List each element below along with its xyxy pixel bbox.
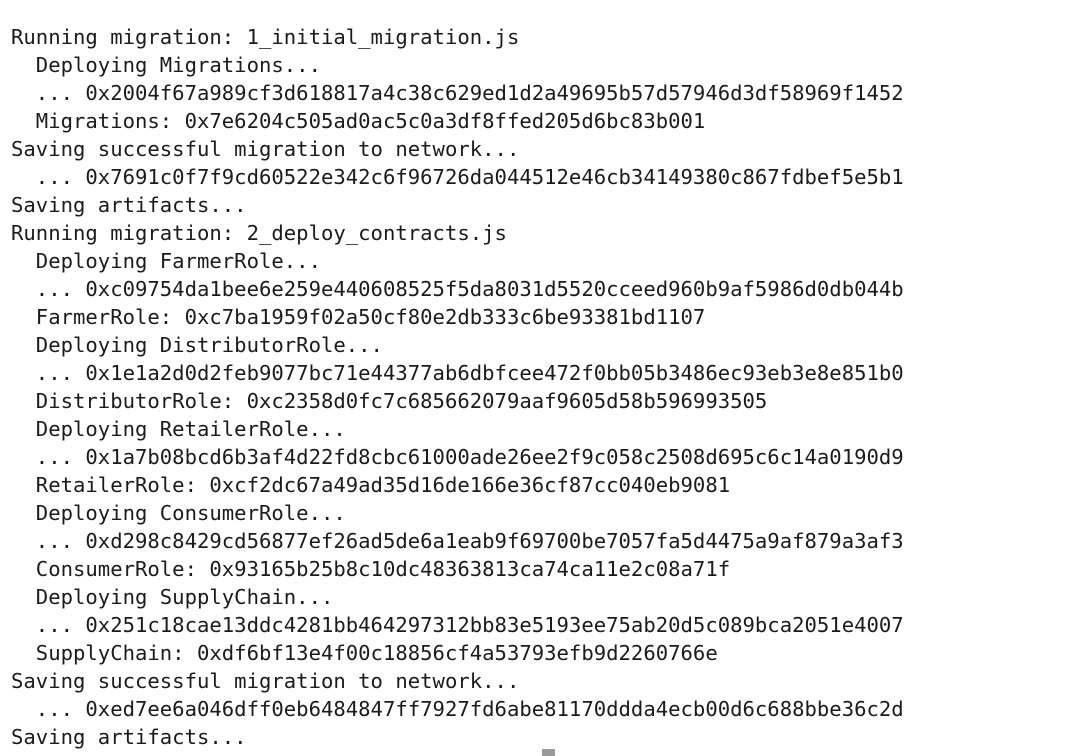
terminal-line: Running migration: 2_deploy_contracts.js: [11, 221, 507, 245]
terminal-line: Deploying DistributorRole...: [11, 333, 383, 357]
terminal-line: Saving successful migration to network..…: [11, 669, 520, 693]
terminal-line: Deploying SupplyChain...: [11, 585, 334, 609]
terminal-line: DistributorRole: 0xc2358d0fc7c685662079a…: [11, 389, 768, 413]
terminal-line: ... 0xed7ee6a046dff0eb6484847ff7927fd6ab…: [11, 697, 904, 721]
terminal-line: ... 0x7691c0f7f9cd60522e342c6f96726da044…: [11, 165, 904, 189]
terminal-line: Saving artifacts...: [11, 193, 247, 217]
terminal-output: Running migration: 1_initial_migration.j…: [11, 23, 904, 751]
terminal-line: FarmerRole: 0xc7ba1959f02a50cf80e2db333c…: [11, 305, 706, 329]
terminal-line: ... 0x1e1a2d0d2feb9077bc71e44377ab6dbfce…: [11, 361, 904, 385]
terminal-line: Deploying FarmerRole...: [11, 249, 321, 273]
terminal-line: ... 0xc09754da1bee6e259e440608525f5da803…: [11, 277, 904, 301]
terminal-line: ... 0x251c18cae13ddc4281bb464297312bb83e…: [11, 613, 904, 637]
terminal-line: ConsumerRole: 0x93165b25b8c10dc48363813c…: [11, 557, 731, 581]
terminal-line: ... 0x2004f67a989cf3d618817a4c38c629ed1d…: [11, 81, 904, 105]
terminal-line: SupplyChain: 0xdf6bf13e4f00c18856cf4a537…: [11, 641, 718, 665]
terminal-window[interactable]: Running migration: 1_initial_migration.j…: [0, 0, 1074, 756]
terminal-line: Deploying RetailerRole...: [11, 417, 346, 441]
terminal-line: Saving successful migration to network..…: [11, 137, 520, 161]
terminal-line: ... 0x1a7b08bcd6b3af4d22fd8cbc61000ade26…: [11, 445, 904, 469]
terminal-line: Saving artifacts...: [11, 725, 247, 749]
terminal-line: Running migration: 1_initial_migration.j…: [11, 25, 520, 49]
text-cursor: [542, 749, 555, 756]
terminal-line: ... 0xd298c8429cd56877ef26ad5de6a1eab9f6…: [11, 529, 904, 553]
terminal-line: Migrations: 0x7e6204c505ad0ac5c0a3df8ffe…: [11, 109, 706, 133]
terminal-line: RetailerRole: 0xcf2dc67a49ad35d16de166e3…: [11, 473, 731, 497]
terminal-line: Deploying Migrations...: [11, 53, 321, 77]
terminal-line: Deploying ConsumerRole...: [11, 501, 346, 525]
